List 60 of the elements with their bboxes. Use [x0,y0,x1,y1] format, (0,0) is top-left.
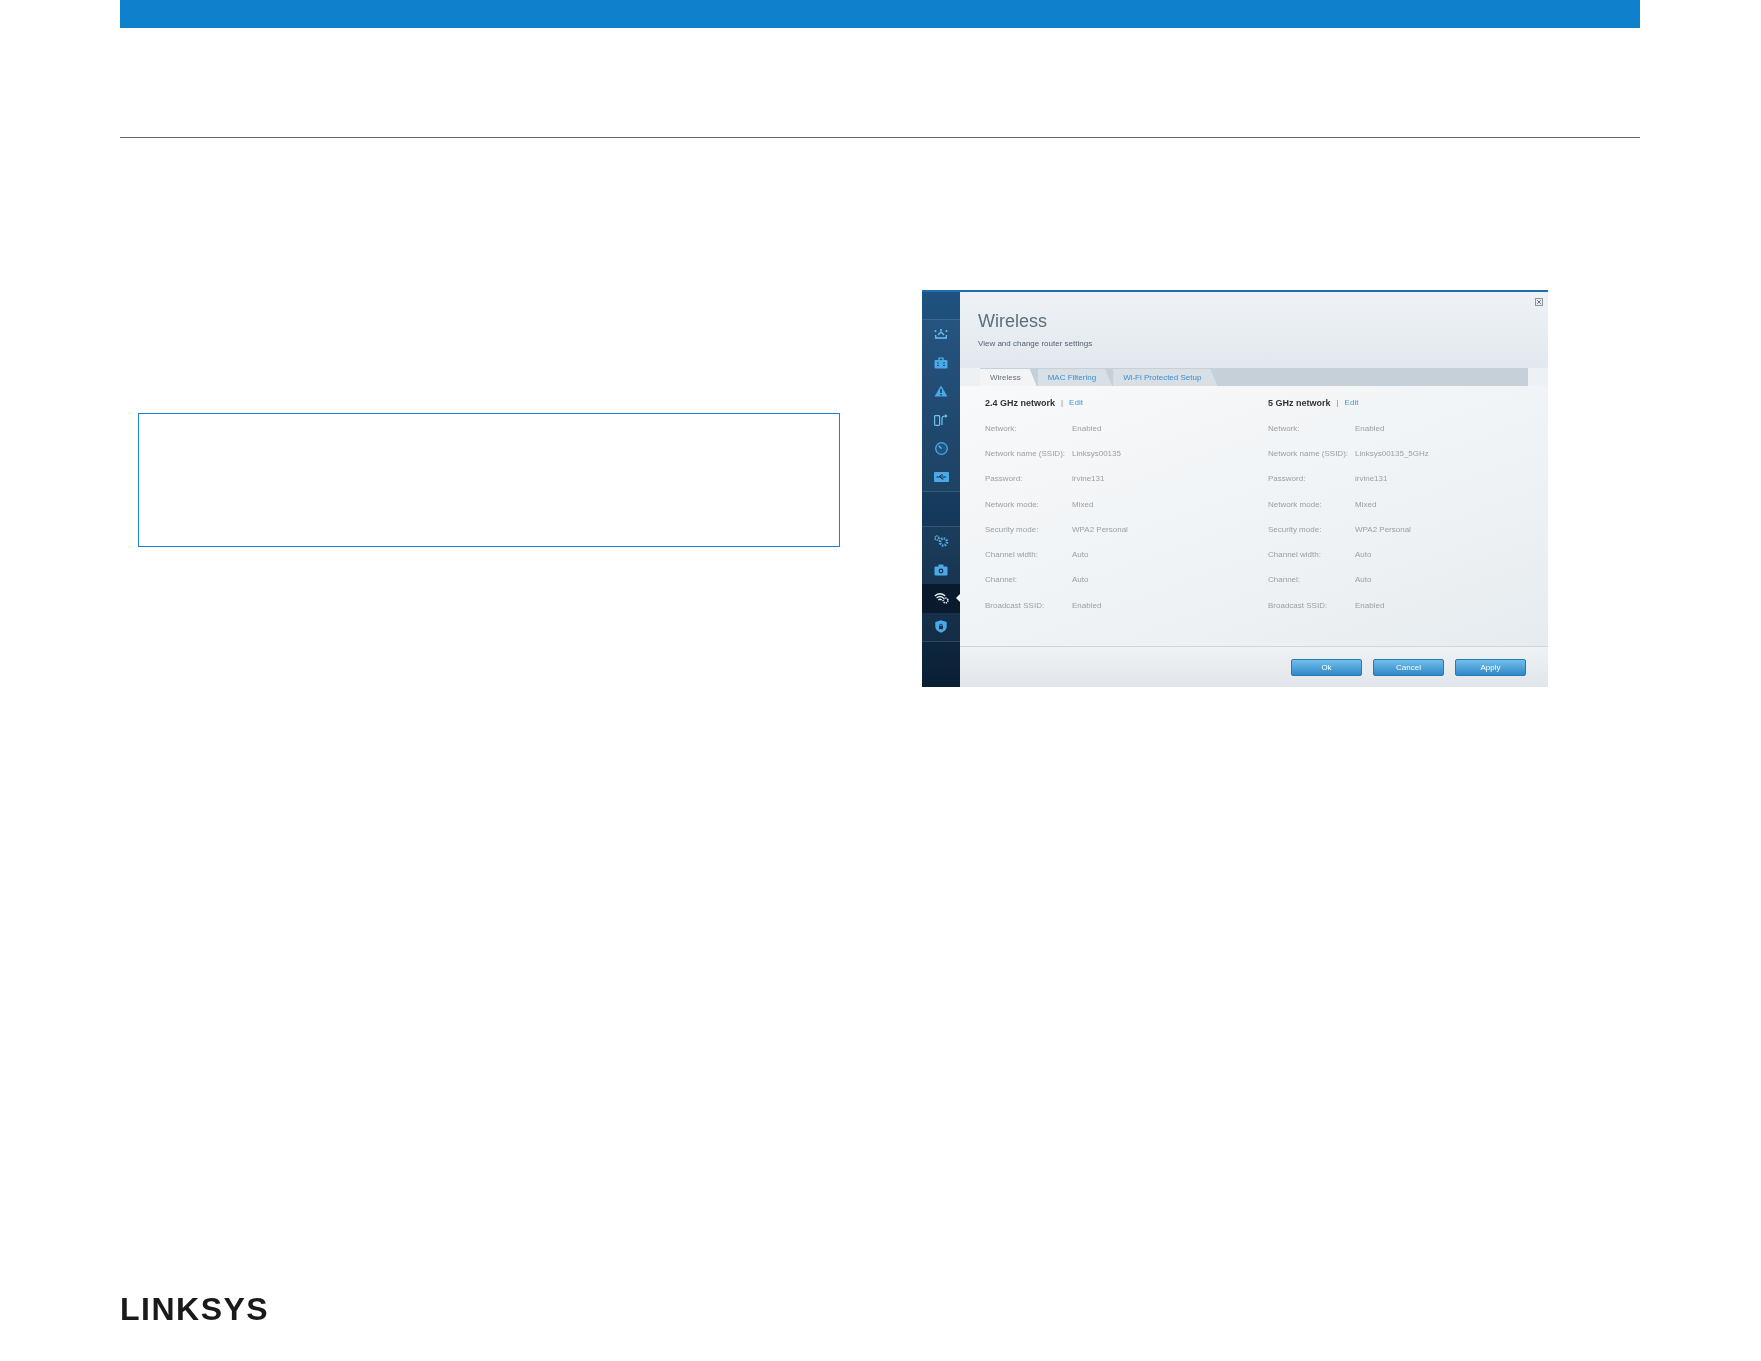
field-value: Mixed [1072,499,1094,510]
wifi-icon [933,592,949,605]
page-subtitle: View and change router settings [978,339,1094,349]
separator-text: | [1336,398,1339,408]
field-label: Network mode: [1268,499,1323,510]
briefcase-icon [934,356,948,369]
usb-icon [933,471,949,482]
gauge-icon [934,441,948,455]
camera-icon [934,563,948,576]
separator-text: | [1061,398,1064,408]
field-value: Mixed [1355,499,1377,510]
field-value: Enabled [1355,600,1385,611]
network-heading: 2.4 GHz network [985,398,1056,408]
field-label: Network name (SSID): [985,448,1067,459]
network-heading: 5 GHz network [1268,398,1331,408]
field-label: Channel width: [985,550,1039,561]
field-label: Password: [985,474,1024,485]
warning-icon [934,385,948,398]
tab[interactable]: Wi-Fi Protected Setup [1113,369,1218,386]
field-value: Auto [1072,575,1089,586]
shield-icon [935,620,947,634]
tab[interactable]: Wireless [980,369,1037,386]
cancel-button[interactable]: Cancel [1373,658,1444,676]
field-label: Security mode: [985,524,1040,535]
field-value: irvine131 [1355,474,1388,485]
page-title: Wireless [978,310,1048,332]
field-value: WPA2 Personal [1072,524,1128,535]
crown-icon [934,329,948,340]
field-label: Network mode: [985,499,1040,510]
field-label: Channel: [985,575,1019,586]
field-value: irvine131 [1072,474,1105,485]
field-value: Auto [1355,550,1372,561]
field-label: Network: [1268,423,1301,434]
field-label: Network name (SSID): [1268,448,1350,459]
tab[interactable]: MAC Filtering [1037,369,1113,386]
sidebar-item[interactable] [922,584,960,613]
field-label: Network: [985,423,1018,434]
field-label: Channel: [1268,575,1302,586]
field-value: Enabled [1355,423,1385,434]
field-value: WPA2 Personal [1355,524,1411,535]
field-label: Broadcast SSID: [985,600,1046,611]
brand-logo: LINKSYS [120,1293,270,1325]
gears-icon [933,535,949,548]
field-value: Enabled [1072,600,1102,611]
close-icon[interactable] [1535,298,1543,306]
field-label: Broadcast SSID: [1268,600,1329,611]
field-label: Security mode: [1268,524,1323,535]
phone-arrow-icon [934,413,948,426]
ok-button[interactable]: Ok [1291,658,1362,676]
pointer-icon [956,594,960,603]
field-value: Enabled [1072,423,1102,434]
field-value: Auto [1355,575,1372,586]
field-value: Linksys00135 [1072,448,1121,459]
field-label: Channel width: [1268,550,1322,561]
field-value: Auto [1072,550,1089,561]
edit-link[interactable]: Edit [1069,398,1083,408]
field-label: Password: [1268,474,1307,485]
field-value: Linksys00135_5GHz [1355,448,1429,459]
apply-button[interactable]: Apply [1455,658,1526,676]
edit-link[interactable]: Edit [1344,398,1359,408]
